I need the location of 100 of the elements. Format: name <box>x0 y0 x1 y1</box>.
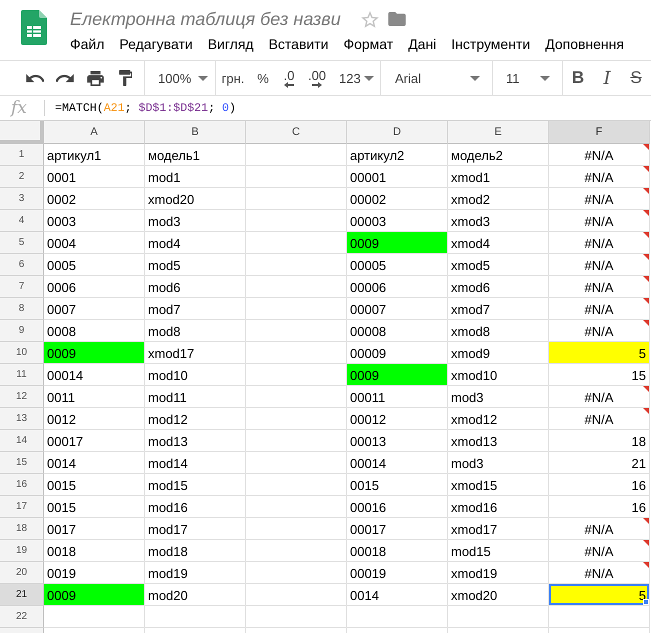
italic-button[interactable]: I <box>593 64 621 92</box>
table-cell[interactable]: xmod4 <box>448 232 549 254</box>
row-header[interactable]: 12 <box>0 386 44 408</box>
table-cell[interactable]: mod10 <box>145 364 246 386</box>
table-cell[interactable]: mod14 <box>145 452 246 474</box>
table-cell[interactable]: mod12 <box>145 408 246 430</box>
row-header[interactable]: 4 <box>0 210 44 232</box>
table-cell[interactable]: 0005 <box>44 254 145 276</box>
table-cell[interactable]: 00006 <box>347 276 448 298</box>
menu-item[interactable]: Формат <box>343 36 394 52</box>
table-cell[interactable]: #N/A <box>549 232 650 254</box>
table-cell[interactable]: 16 <box>549 474 650 496</box>
table-cell[interactable]: 00014 <box>347 452 448 474</box>
menu-item[interactable]: Дані <box>408 36 436 52</box>
table-cell[interactable]: 00019 <box>347 562 448 584</box>
table-cell[interactable]: xmod2 <box>448 188 549 210</box>
menu-item[interactable]: Редагувати <box>119 36 193 52</box>
table-cell[interactable]: 0018 <box>44 540 145 562</box>
table-cell[interactable]: xmod17 <box>448 518 549 540</box>
document-title[interactable]: Електронна таблиця без назви <box>70 8 341 30</box>
font-size-dropdown[interactable]: 11 <box>493 64 562 92</box>
table-cell[interactable]: #N/A <box>549 210 650 232</box>
table-cell[interactable]: #N/A <box>549 540 650 562</box>
table-cell[interactable]: 0004 <box>44 232 145 254</box>
table-cell[interactable]: 0014 <box>44 452 145 474</box>
table-cell[interactable]: mod11 <box>145 386 246 408</box>
table-cell[interactable]: mod20 <box>145 584 246 606</box>
table-cell[interactable]: xmod8 <box>448 320 549 342</box>
table-cell[interactable]: #N/A <box>549 144 650 166</box>
spreadsheet-icon[interactable] <box>21 10 47 45</box>
table-cell[interactable]: mod15 <box>145 474 246 496</box>
table-cell[interactable]: xmod7 <box>448 298 549 320</box>
table-cell[interactable]: 0012 <box>44 408 145 430</box>
table-cell[interactable]: 00007 <box>347 298 448 320</box>
row-header[interactable]: 19 <box>0 540 44 562</box>
table-cell[interactable]: 0001 <box>44 166 145 188</box>
table-cell[interactable]: 16 <box>549 496 650 518</box>
table-cell[interactable]: артикул1 <box>44 144 145 166</box>
table-cell[interactable]: xmod5 <box>448 254 549 276</box>
table-cell[interactable]: mod8 <box>145 320 246 342</box>
table-cell[interactable]: xmod20 <box>145 188 246 210</box>
column-header[interactable]: E <box>448 121 549 144</box>
table-cell[interactable]: 0008 <box>44 320 145 342</box>
number-format-dropdown[interactable]: 123 <box>332 64 378 92</box>
table-cell[interactable]: mod18 <box>145 540 246 562</box>
table-cell[interactable]: 00012 <box>347 408 448 430</box>
table-cell[interactable]: #N/A <box>549 166 650 188</box>
table-cell[interactable]: xmod6 <box>448 276 549 298</box>
table-cell[interactable]: 0011 <box>44 386 145 408</box>
table-cell[interactable]: xmod19 <box>448 562 549 584</box>
table-cell[interactable]: 00003 <box>347 210 448 232</box>
table-cell[interactable]: 00014 <box>44 364 145 386</box>
table-cell[interactable]: 00013 <box>347 430 448 452</box>
table-cell[interactable]: 5 <box>549 342 650 364</box>
table-cell[interactable]: xmod15 <box>448 474 549 496</box>
table-cell[interactable]: 00017 <box>347 518 448 540</box>
star-icon[interactable] <box>360 10 379 28</box>
table-cell[interactable]: mod16 <box>145 496 246 518</box>
table-cell[interactable]: mod5 <box>145 254 246 276</box>
table-cell[interactable]: xmod16 <box>448 496 549 518</box>
row-header[interactable]: 21 <box>0 584 44 606</box>
column-header[interactable]: C <box>246 121 347 144</box>
table-cell[interactable]: mod17 <box>145 518 246 540</box>
currency-button[interactable]: грн. <box>216 64 250 92</box>
table-cell[interactable]: xmod10 <box>448 364 549 386</box>
menu-item[interactable]: Вигляд <box>208 36 254 52</box>
table-cell[interactable]: 00009 <box>347 342 448 364</box>
table-cell[interactable]: 0009 <box>347 232 448 254</box>
table-cell[interactable]: mod3 <box>448 452 549 474</box>
decrease-decimals-button[interactable]: .0 <box>276 64 302 92</box>
table-cell[interactable]: mod3 <box>448 386 549 408</box>
table-cell[interactable]: mod1 <box>145 166 246 188</box>
table-cell[interactable]: модель2 <box>448 144 549 166</box>
table-cell[interactable]: xmod9 <box>448 342 549 364</box>
table-cell[interactable]: xmod20 <box>448 584 549 606</box>
table-cell[interactable]: 0014 <box>347 584 448 606</box>
column-header[interactable]: A <box>44 121 145 144</box>
row-header[interactable]: 6 <box>0 254 44 276</box>
table-cell[interactable]: #N/A <box>549 188 650 210</box>
row-header[interactable]: 7 <box>0 276 44 298</box>
table-cell[interactable]: 00016 <box>347 496 448 518</box>
formula-input[interactable]: =MATCH(A21; $D$1:$D$21; 0) <box>55 99 236 117</box>
table-cell[interactable]: 0006 <box>44 276 145 298</box>
row-header[interactable]: 14 <box>0 430 44 452</box>
table-cell[interactable]: #N/A <box>549 298 650 320</box>
table-cell[interactable]: 0015 <box>44 496 145 518</box>
percent-button[interactable]: % <box>250 64 276 92</box>
table-cell[interactable]: mod4 <box>145 232 246 254</box>
table-cell[interactable]: mod15 <box>448 540 549 562</box>
table-cell[interactable]: 0015 <box>44 474 145 496</box>
table-cell[interactable]: 00018 <box>347 540 448 562</box>
table-cell[interactable]: артикул2 <box>347 144 448 166</box>
table-cell[interactable]: mod3 <box>145 210 246 232</box>
table-cell[interactable]: #N/A <box>549 408 650 430</box>
row-header[interactable]: 20 <box>0 562 44 584</box>
row-header[interactable]: 2 <box>0 166 44 188</box>
table-cell[interactable]: xmod12 <box>448 408 549 430</box>
row-header[interactable]: 1 <box>0 144 44 166</box>
table-cell[interactable]: 18 <box>549 430 650 452</box>
table-cell[interactable]: 0009 <box>44 342 145 364</box>
